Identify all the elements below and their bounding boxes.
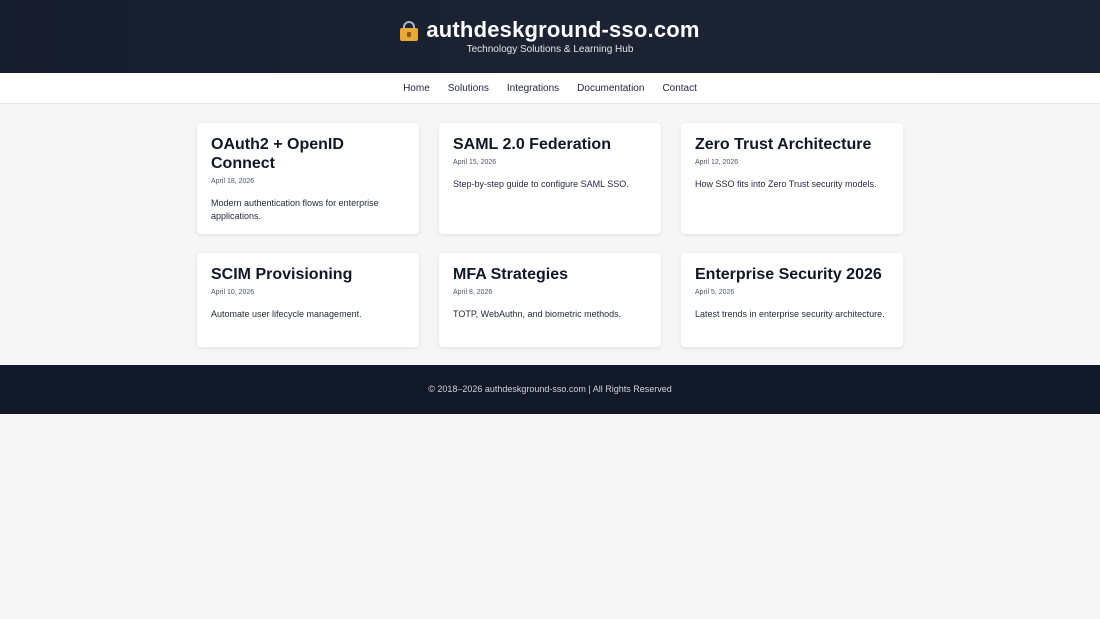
card-date: April 10, 2026 — [211, 288, 255, 296]
lock-icon — [400, 20, 419, 41]
card-title[interactable]: MFA Strategies — [453, 265, 647, 284]
copyright-text: © 2018–2026 authdeskground-sso.com | All… — [428, 384, 672, 395]
card-date: April 8, 2026 — [453, 288, 493, 296]
site-footer: © 2018–2026 authdeskground-sso.com | All… — [0, 364, 1100, 414]
site-title[interactable]: authdeskground-sso.com — [426, 18, 699, 41]
card-date: April 15, 2026 — [453, 159, 497, 167]
card-description: How SSO fits into Zero Trust security mo… — [695, 179, 877, 190]
article-card[interactable]: Zero Trust Architecture April 12, 2026 H… — [681, 123, 903, 234]
article-card[interactable]: MFA Strategies April 8, 2026 TOTP, WebAu… — [439, 252, 661, 347]
article-card[interactable]: Enterprise Security 2026 April 5, 2026 L… — [681, 252, 903, 347]
card-title[interactable]: Enterprise Security 2026 — [695, 265, 889, 284]
card-title[interactable]: OAuth2 + OpenID Connect — [211, 135, 405, 173]
brand[interactable]: authdeskground-sso.com — [400, 18, 699, 41]
nav-documentation[interactable]: Documentation — [577, 83, 644, 94]
card-description: Modern authentication flows for enterpri… — [211, 198, 379, 221]
card-date: April 5, 2026 — [695, 288, 735, 296]
nav-solutions[interactable]: Solutions — [448, 83, 489, 94]
nav-home[interactable]: Home — [403, 83, 430, 94]
card-title[interactable]: SCIM Provisioning — [211, 265, 405, 284]
card-description: TOTP, WebAuthn, and biometric methods. — [453, 308, 622, 319]
card-title[interactable]: Zero Trust Architecture — [695, 135, 889, 154]
article-card[interactable]: OAuth2 + OpenID Connect April 18, 2026 M… — [197, 123, 419, 234]
card-description: Automate user lifecycle management. — [211, 308, 362, 319]
nav-integrations[interactable]: Integrations — [507, 83, 559, 94]
site-tagline: Technology Solutions & Learning Hub — [466, 43, 634, 55]
site-header: authdeskground-sso.com Technology Soluti… — [0, 0, 1100, 73]
article-card[interactable]: SAML 2.0 Federation April 15, 2026 Step-… — [439, 123, 661, 234]
card-date: April 12, 2026 — [695, 159, 739, 167]
card-date: April 18, 2026 — [211, 178, 255, 186]
card-description: Latest trends in enterprise security arc… — [695, 308, 885, 319]
card-title[interactable]: SAML 2.0 Federation — [453, 135, 647, 154]
main-nav: Home Solutions Integrations Documentatio… — [0, 73, 1100, 104]
nav-contact[interactable]: Contact — [662, 83, 696, 94]
article-card[interactable]: SCIM Provisioning April 10, 2026 Automat… — [197, 252, 419, 347]
article-grid: OAuth2 + OpenID Connect April 18, 2026 M… — [197, 123, 903, 347]
card-description: Step-by-step guide to configure SAML SSO… — [453, 179, 629, 190]
